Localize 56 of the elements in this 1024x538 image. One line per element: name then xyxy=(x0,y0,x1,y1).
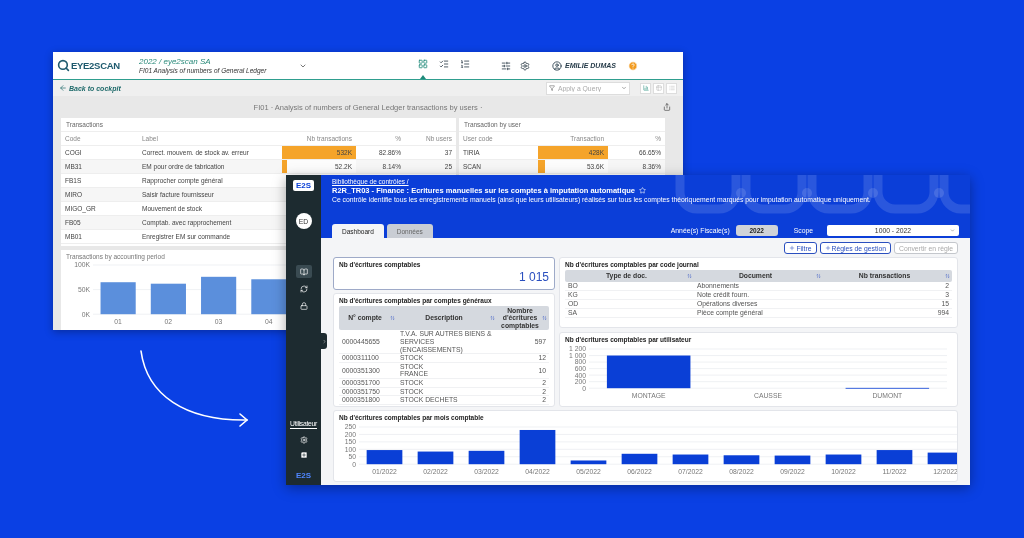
bar xyxy=(825,454,862,465)
list-icon xyxy=(460,59,470,69)
logo: E2S xyxy=(292,180,315,191)
list-icon xyxy=(668,85,675,91)
bar xyxy=(100,282,136,315)
sort-icon[interactable] xyxy=(816,273,821,279)
bar xyxy=(723,455,760,465)
lock-icon xyxy=(299,301,308,310)
view-toggle[interactable] xyxy=(640,82,651,94)
sort-icon[interactable] xyxy=(490,315,495,321)
sort-icon[interactable] xyxy=(542,315,547,321)
magnifier-logo-icon xyxy=(57,59,70,72)
sort-icon[interactable] xyxy=(687,273,692,279)
chevron-down-icon xyxy=(621,84,627,91)
grid-icon xyxy=(418,59,428,69)
help-icon[interactable] xyxy=(627,60,638,71)
sidebar-item[interactable] xyxy=(295,265,312,278)
chevron-right-icon xyxy=(321,338,327,344)
sort-icon[interactable] xyxy=(390,315,395,321)
user-icon[interactable] xyxy=(552,60,562,71)
book-icon xyxy=(299,267,308,276)
logo: EYE2SCAN xyxy=(71,60,120,71)
bar xyxy=(621,453,658,465)
logo: E2S xyxy=(295,471,312,480)
bar xyxy=(201,276,237,315)
expand-handle[interactable] xyxy=(321,333,327,349)
bar xyxy=(366,450,403,465)
bar xyxy=(570,460,607,465)
bar xyxy=(672,454,709,465)
plus-square-icon[interactable] xyxy=(299,451,308,459)
export-icon[interactable] xyxy=(663,103,671,111)
chevron-down-icon xyxy=(950,227,955,233)
star-icon[interactable] xyxy=(639,187,646,194)
bar xyxy=(150,283,186,315)
plus-icon xyxy=(789,245,796,251)
filter-icon xyxy=(549,84,555,91)
bar xyxy=(468,450,505,465)
view-toggle[interactable] xyxy=(666,82,677,94)
bar xyxy=(251,279,287,315)
settings-icon[interactable] xyxy=(520,60,530,71)
bar xyxy=(519,430,556,465)
bar xyxy=(417,451,454,465)
table-icon xyxy=(655,85,662,91)
plus-icon xyxy=(824,245,831,251)
bar xyxy=(774,455,811,465)
bar xyxy=(927,452,957,465)
kpi-value: 1 015 xyxy=(518,270,549,284)
sliders-icon[interactable] xyxy=(501,60,511,71)
bar xyxy=(876,450,913,465)
bar-chart-icon xyxy=(642,85,649,91)
checklist-icon xyxy=(439,59,449,69)
sort-icon[interactable] xyxy=(945,273,950,279)
company-title: 2022 / eye2scan SA xyxy=(139,57,212,66)
arrow-left-icon xyxy=(59,84,67,92)
refresh-icon xyxy=(299,284,308,293)
view-toggle[interactable] xyxy=(653,82,664,94)
